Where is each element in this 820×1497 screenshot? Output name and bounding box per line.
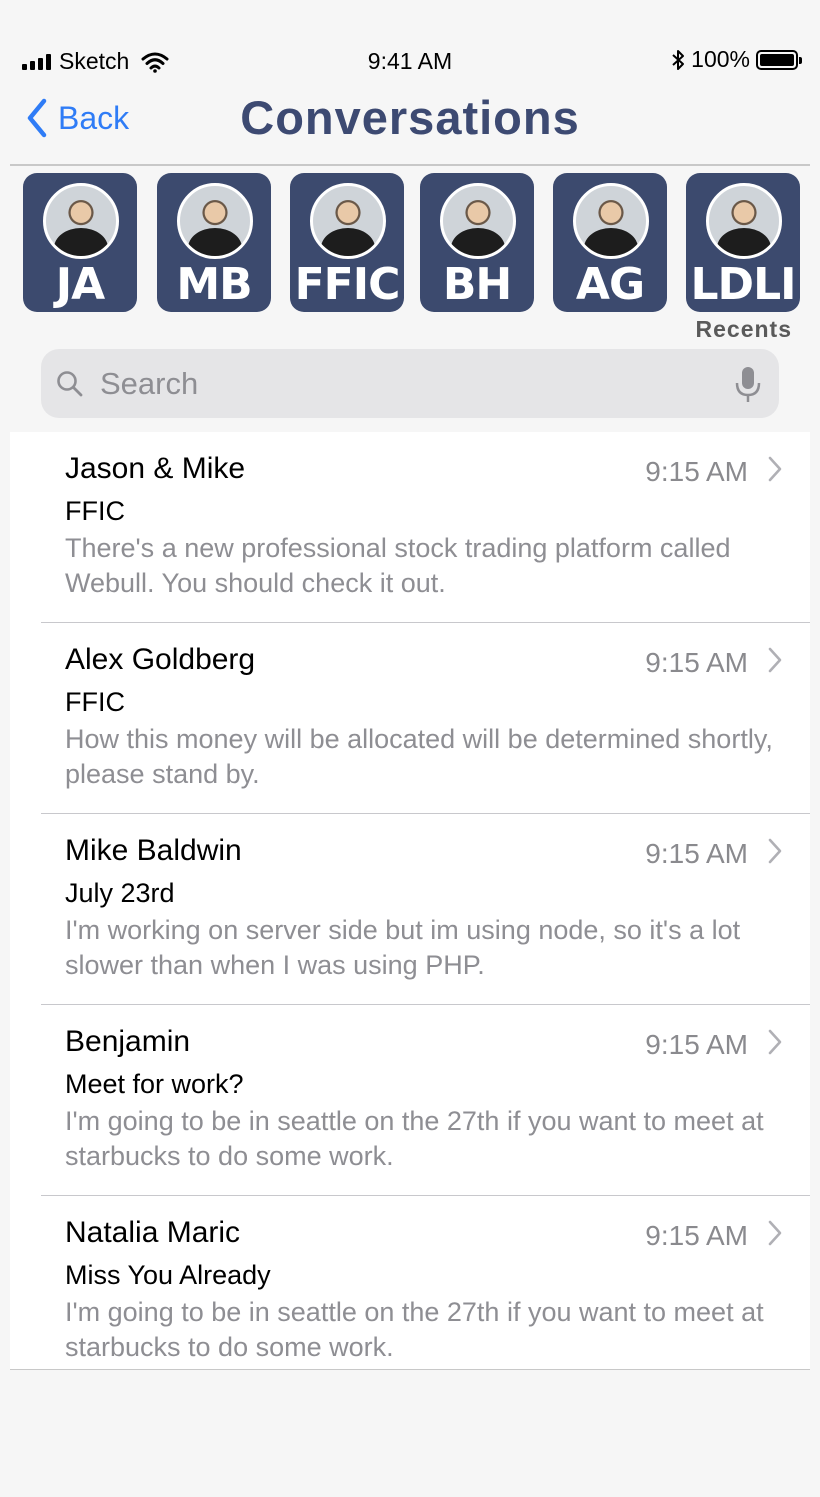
conversation-time: 9:15 AM [645,1029,748,1060]
microphone-icon[interactable] [735,366,761,404]
conversation-row[interactable]: Natalia Maric 9:15 AM Miss You Already I… [10,1196,810,1387]
chevron-right-icon [768,838,782,864]
conversation-preview: How this money will be allocated will be… [65,724,773,789]
recent-initials: FFIC [294,259,401,310]
recent-contact-tile[interactable]: FFIC [290,173,404,312]
bluetooth-icon [672,49,685,70]
recents-strip: JA MB FFIC BH AG LDLI [23,173,803,313]
recent-contact-tile[interactable]: MB [157,173,271,312]
recent-contact-tile[interactable]: AG [553,173,667,312]
conversation-subject: FFIC [65,687,125,717]
page-title: Conversations [240,91,580,144]
conversation-subject: Meet for work? [65,1069,244,1099]
recent-initials: AG [575,259,645,310]
conversation-preview: I'm working on server side but im using … [65,915,741,980]
recents-label: Recents [695,316,792,342]
recent-initials: BH [442,259,512,310]
nav-divider [10,164,810,166]
battery-percent: 100% [691,46,750,72]
conversation-time: 9:15 AM [645,456,748,487]
recent-initials: MB [176,259,252,310]
status-right: 100% [671,46,802,73]
avatar [310,183,386,259]
conversation-preview: I'm going to be in seattle on the 27th i… [65,1106,764,1171]
conversation-name: Natalia Maric [65,1216,241,1249]
battery-fill [760,53,794,66]
conversation-name: Alex Goldberg [65,643,256,676]
avatar [573,183,649,259]
conversation-subject: July 23rd [65,878,175,908]
recent-contact-tile[interactable]: JA [23,173,137,312]
conversation-name: Jason & Mike [65,452,246,485]
recent-contact-tile[interactable]: LDLI [686,173,800,312]
conversation-row[interactable]: Jason & Mike 9:15 AM FFIC There's a new … [10,432,810,623]
nav-bar: Back Conversations [0,90,820,165]
chevron-right-icon [768,1220,782,1246]
conversation-row[interactable]: Mike Baldwin 9:15 AM July 23rd I'm worki… [10,814,810,1005]
conversation-subject: FFIC [65,496,125,526]
recent-initials: JA [55,259,105,310]
avatar [706,183,782,259]
conversation-name: Mike Baldwin [65,834,242,867]
conversation-row[interactable]: Alex Goldberg 9:15 AM FFIC How this mone… [10,623,810,814]
chevron-right-icon [768,456,782,482]
search-bar[interactable] [41,349,779,418]
conversation-preview: I'm going to be in seattle on the 27th i… [65,1297,764,1362]
search-input[interactable] [98,364,702,403]
conversation-time: 9:15 AM [645,838,748,869]
search-icon [57,370,83,396]
status-bar: Sketch 9:41 AM 100% [0,0,820,100]
conversation-name: Benjamin [65,1025,191,1058]
battery-icon [756,49,802,70]
conversation-row[interactable]: Benjamin 9:15 AM Meet for work? I'm goin… [10,1005,810,1196]
chevron-right-icon [768,1029,782,1055]
conversation-time: 9:15 AM [645,1220,748,1251]
chevron-right-icon [768,647,782,673]
conversation-time: 9:15 AM [645,647,748,678]
avatar [43,183,119,259]
conversation-list: Jason & Mike 9:15 AM FFIC There's a new … [10,432,810,1370]
recent-initials: LDLI [690,259,797,310]
conversation-subject: Miss You Already [65,1260,271,1290]
avatar [440,183,516,259]
conversation-preview: There's a new professional stock trading… [65,533,731,598]
recent-contact-tile[interactable]: BH [420,173,534,312]
avatar [177,183,253,259]
